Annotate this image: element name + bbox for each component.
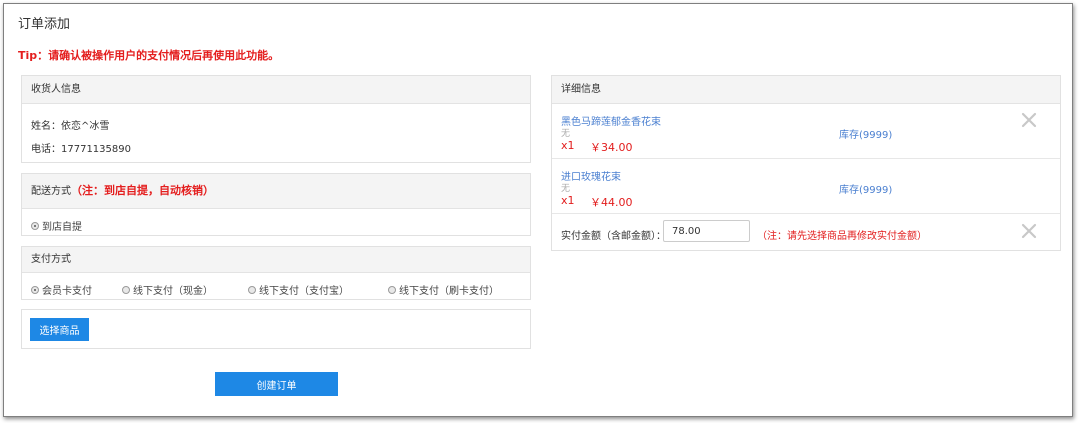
radio-unselected-icon bbox=[388, 285, 396, 294]
amount-input[interactable] bbox=[663, 220, 750, 242]
delivery-option-pickup[interactable]: 到店自提 bbox=[31, 218, 82, 233]
delivery-option-label: 到店自提 bbox=[42, 222, 82, 233]
payment-option-label: 线下支付（现金） bbox=[133, 286, 213, 297]
product-quantity: x1 bbox=[561, 194, 575, 207]
payment-option-label: 线下支付（支付宝） bbox=[259, 286, 349, 297]
radio-unselected-icon bbox=[122, 285, 130, 294]
delivery-panel-header: 配送方式（注：到店自提，自动核销） bbox=[22, 174, 530, 209]
radio-selected-icon bbox=[31, 285, 39, 294]
radio-selected-icon bbox=[31, 221, 39, 230]
payment-option-label: 线下支付（刷卡支付） bbox=[399, 286, 499, 297]
recipient-phone: 电话：17771135890 bbox=[31, 144, 131, 155]
recipient-panel: 收货人信息 姓名：依恋^冰雪 电话：17771135890 bbox=[21, 75, 531, 163]
product-spec: 无 bbox=[561, 129, 571, 139]
recipient-panel-header: 收货人信息 bbox=[22, 76, 530, 104]
tip-message: Tip：请确认被操作用户的支付情况后再使用此功能。 bbox=[18, 49, 280, 62]
amount-label: 实付金额（含邮金额）： bbox=[561, 231, 666, 242]
remove-item-icon[interactable] bbox=[1021, 112, 1037, 128]
select-products-button[interactable]: 选择商品 bbox=[30, 318, 89, 341]
product-price: ￥34.00 bbox=[590, 141, 633, 154]
amount-note: （注：请先选择商品再修改实付金额） bbox=[757, 231, 927, 242]
radio-unselected-icon bbox=[248, 285, 256, 294]
clear-amount-icon[interactable] bbox=[1021, 223, 1037, 239]
payment-panel: 支付方式 会员卡支付 线下支付（现金） 线下支付（支付宝） 线下支付（刷卡支付） bbox=[21, 246, 531, 300]
payment-option-alipay[interactable]: 线下支付（支付宝） bbox=[248, 282, 349, 297]
product-name[interactable]: 黑色马蹄莲郁金香花束 bbox=[561, 113, 661, 128]
product-row: 进口玫瑰花束 无 x1 ￥44.00 库存(9999) bbox=[552, 159, 1060, 213]
product-stock: 库存(9999) bbox=[839, 130, 893, 141]
product-quantity: x1 bbox=[561, 139, 575, 152]
delivery-panel: 配送方式（注：到店自提，自动核销） 到店自提 bbox=[21, 173, 531, 236]
recipient-name: 姓名：依恋^冰雪 bbox=[31, 121, 110, 132]
payment-option-card[interactable]: 线下支付（刷卡支付） bbox=[388, 282, 499, 297]
amount-row: 实付金额（含邮金额）： （注：请先选择商品再修改实付金额） bbox=[552, 214, 1060, 251]
page-title: 订单添加 bbox=[18, 17, 71, 32]
create-order-button[interactable]: 创建订单 bbox=[215, 372, 338, 396]
product-spec: 无 bbox=[561, 184, 571, 194]
product-price: ￥44.00 bbox=[590, 196, 633, 209]
delivery-header-label: 配送方式 bbox=[31, 186, 71, 197]
select-products-panel: 选择商品 bbox=[21, 309, 531, 349]
product-stock: 库存(9999) bbox=[839, 185, 893, 196]
payment-option-cash[interactable]: 线下支付（现金） bbox=[122, 282, 213, 297]
details-panel-header: 详细信息 bbox=[552, 76, 1060, 104]
payment-option-label: 会员卡支付 bbox=[42, 286, 92, 297]
product-row: 黑色马蹄莲郁金香花束 无 x1 ￥34.00 库存(9999) bbox=[552, 104, 1060, 158]
payment-panel-header: 支付方式 bbox=[22, 247, 530, 273]
payment-option-member-card[interactable]: 会员卡支付 bbox=[31, 282, 92, 297]
delivery-note: （注：到店自提，自动核销） bbox=[71, 184, 214, 197]
details-panel: 详细信息 黑色马蹄莲郁金香花束 无 x1 ￥34.00 库存(9999) 进口玫… bbox=[551, 75, 1061, 251]
